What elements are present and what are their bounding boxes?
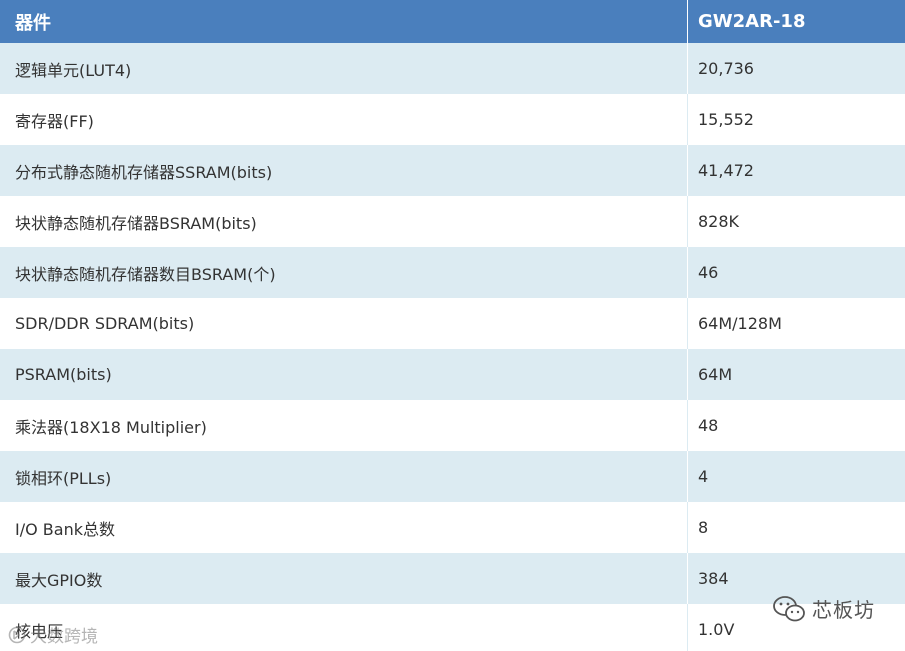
row-value: 64M [698, 365, 733, 384]
table-row: 分布式静态随机存储器SSRAM(bits) 41,472 [0, 145, 905, 196]
table-row: 锁相环(PLLs) 4 [0, 451, 905, 502]
row-value: 46 [698, 263, 719, 282]
row-value: 20,736 [698, 59, 754, 78]
row-value: 15,552 [698, 110, 754, 129]
table-row: PSRAM(bits) 64M [0, 349, 905, 400]
row-value: 48 [698, 416, 719, 435]
table-row: 最大GPIO数 384 [0, 553, 905, 604]
row-value: 64M/128M [698, 314, 782, 333]
row-label: I/O Bank总数 [0, 502, 688, 553]
row-value: 41,472 [698, 161, 754, 180]
header-cell-device: 器件 [0, 0, 688, 43]
table-row: 块状静态随机存储器BSRAM(bits) 828K [0, 196, 905, 247]
table-row: 乘法器(18X18 Multiplier) 48 [0, 400, 905, 451]
row-value: 384 [698, 569, 729, 588]
row-label: 块状静态随机存储器数目BSRAM(个) [0, 247, 688, 298]
row-value: 1.0V [698, 620, 735, 639]
row-label: 乘法器(18X18 Multiplier) [0, 400, 688, 451]
table-row: 逻辑单元(LUT4) 20,736 [0, 43, 905, 94]
table-row: 核电压 1.0V [0, 604, 905, 651]
table-row: I/O Bank总数 8 [0, 502, 905, 553]
row-label: 逻辑单元(LUT4) [0, 43, 688, 94]
row-value: 4 [698, 467, 709, 486]
table-header-row: 器件 GW2AR-18 [0, 0, 905, 43]
spec-table: 器件 GW2AR-18 逻辑单元(LUT4) 20,736 寄存器(FF) 15… [0, 0, 905, 651]
header-cell-model: GW2AR-18 [698, 11, 806, 32]
row-value: 8 [698, 518, 709, 537]
row-label: 核电压 [0, 604, 688, 651]
row-value: 828K [698, 212, 740, 231]
row-label: 寄存器(FF) [0, 94, 688, 145]
table-row: SDR/DDR SDRAM(bits) 64M/128M [0, 298, 905, 349]
row-label: 分布式静态随机存储器SSRAM(bits) [0, 145, 688, 196]
row-label: PSRAM(bits) [0, 349, 688, 400]
row-label: SDR/DDR SDRAM(bits) [0, 298, 688, 349]
table-row: 块状静态随机存储器数目BSRAM(个) 46 [0, 247, 905, 298]
row-label: 块状静态随机存储器BSRAM(bits) [0, 196, 688, 247]
row-label: 最大GPIO数 [0, 553, 688, 604]
row-label: 锁相环(PLLs) [0, 451, 688, 502]
table-row: 寄存器(FF) 15,552 [0, 94, 905, 145]
